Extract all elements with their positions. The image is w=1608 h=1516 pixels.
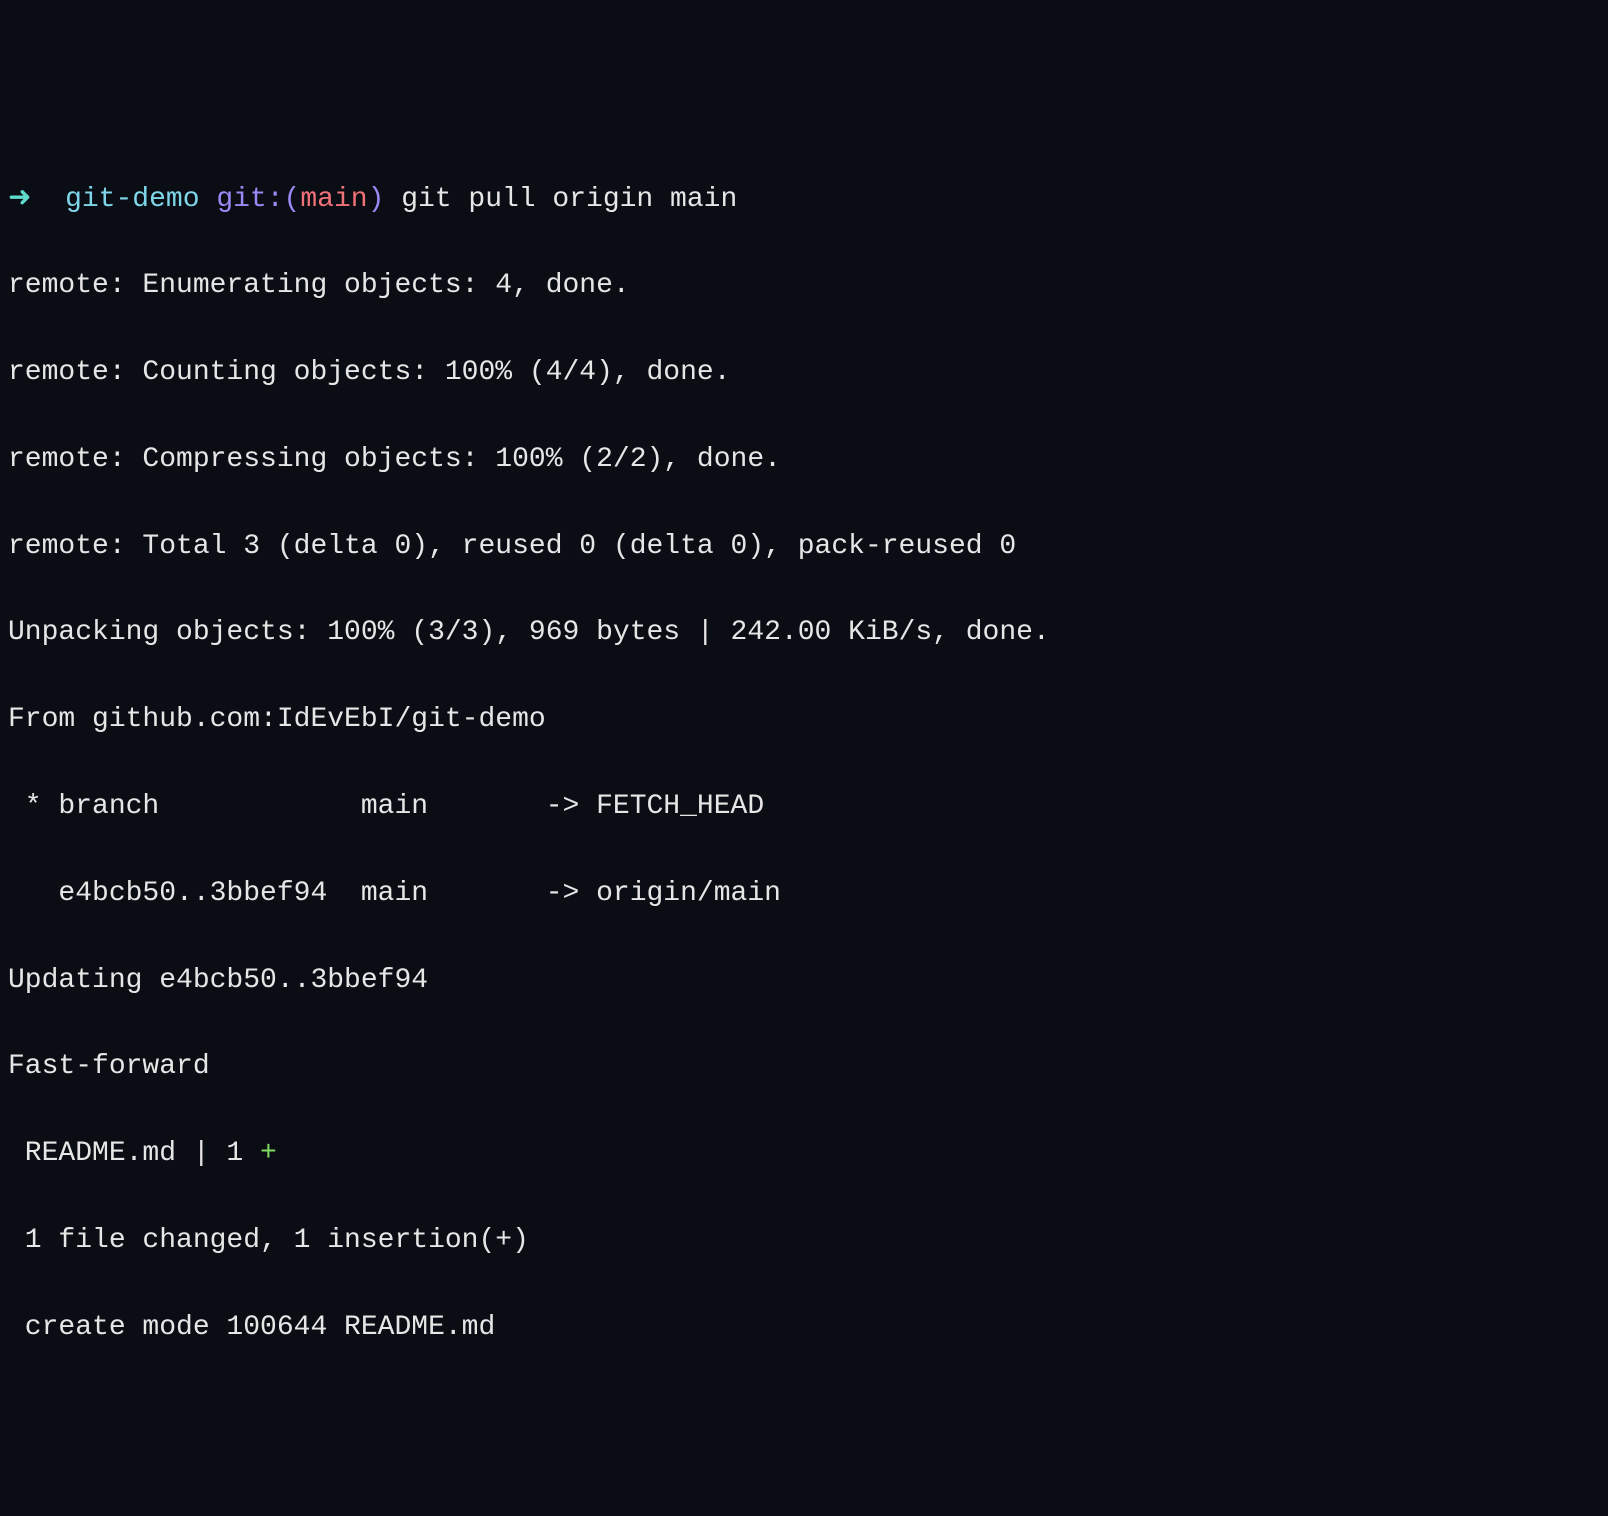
output-line: remote: Total 3 (delta 0), reused 0 (del…	[8, 525, 1600, 568]
output-line: Updating e4bcb50..3bbef94	[8, 959, 1600, 1002]
output-line: e4bcb50..3bbef94 main -> origin/main	[8, 872, 1600, 915]
output-line: remote: Counting objects: 100% (4/4), do…	[8, 351, 1600, 394]
prompt-paren-open: (	[284, 184, 301, 215]
prompt-paren-close: )	[368, 184, 385, 215]
prompt-git-label: git:	[216, 184, 283, 215]
output-line: From github.com:IdEvEbI/git-demo	[8, 698, 1600, 741]
diffstat-prefix: README.md | 1	[8, 1138, 260, 1169]
prompt-directory: git-demo	[65, 184, 199, 215]
plus-icon: +	[260, 1138, 277, 1169]
output-line: remote: Enumerating objects: 4, done.	[8, 264, 1600, 307]
output-line: 1 file changed, 1 insertion(+)	[8, 1219, 1600, 1262]
prompt-line[interactable]: ➜ git-demo git:(main) git pull origin ma…	[8, 178, 1600, 221]
output-line: * branch main -> FETCH_HEAD	[8, 785, 1600, 828]
output-line: Fast-forward	[8, 1045, 1600, 1088]
prompt-branch: main	[300, 184, 367, 215]
prompt-arrow-icon: ➜	[8, 184, 31, 215]
output-line: remote: Compressing objects: 100% (2/2),…	[8, 438, 1600, 481]
output-line: create mode 100644 README.md	[8, 1306, 1600, 1349]
output-line: Unpacking objects: 100% (3/3), 969 bytes…	[8, 611, 1600, 654]
command-text: git pull origin main	[401, 184, 737, 215]
output-diffstat-line: README.md | 1 +	[8, 1132, 1600, 1175]
